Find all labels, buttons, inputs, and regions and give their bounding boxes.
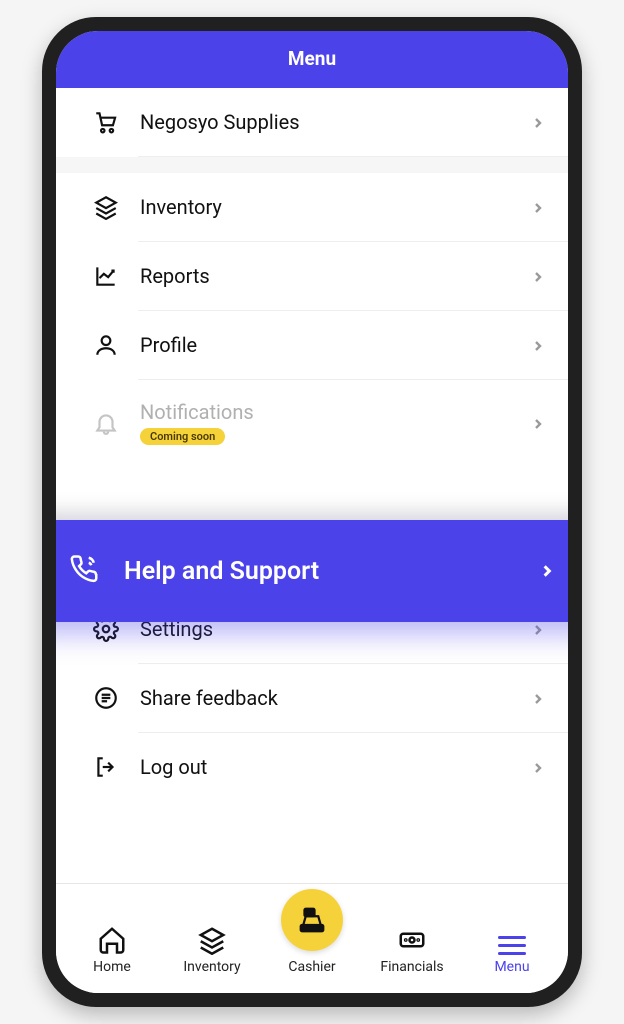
banknote-icon: [397, 925, 427, 955]
layers-icon: [197, 925, 227, 955]
nav-label: Menu: [494, 959, 529, 975]
menu-item-label: Log out: [140, 755, 512, 779]
menu-item-label: Notifications: [140, 400, 254, 424]
nav-label: Financials: [380, 959, 443, 975]
chevron-right-icon: [532, 264, 544, 288]
menu-item-label: Negosyo Supplies: [140, 110, 512, 134]
menu-item-logout[interactable]: Log out: [56, 733, 568, 801]
menu-item-label: Reports: [140, 264, 512, 288]
nav-financials[interactable]: Financials: [368, 925, 456, 975]
header-title: Menu: [288, 47, 336, 70]
group-gap: [56, 157, 568, 173]
menu-item-help-and-support[interactable]: Help and Support: [56, 520, 568, 622]
logout-icon: [92, 753, 120, 781]
menu-item-share-feedback[interactable]: Share feedback: [56, 664, 568, 732]
menu-item-inventory[interactable]: Inventory: [56, 173, 568, 241]
menu-item-label: Share feedback: [140, 686, 512, 710]
menu-icon: [498, 936, 526, 955]
menu-content: Negosyo Supplies Inventory Reports: [56, 88, 568, 883]
cashier-button: [281, 889, 343, 951]
bell-icon: [92, 409, 120, 437]
feedback-icon: [92, 684, 120, 712]
menu-item-notifications: Notifications Coming soon: [56, 380, 568, 465]
nav-label: Home: [93, 959, 131, 975]
chevron-right-icon: [532, 110, 544, 134]
menu-item-label: Help and Support: [124, 557, 516, 586]
bottom-nav: Home Inventory Cashier Financials Menu: [56, 883, 568, 993]
cash-register-icon: [297, 905, 327, 935]
nav-inventory[interactable]: Inventory: [168, 925, 256, 975]
nav-label: Cashier: [288, 959, 335, 975]
layers-icon: [92, 193, 120, 221]
nav-menu[interactable]: Menu: [468, 936, 556, 975]
menu-item-reports[interactable]: Reports: [56, 242, 568, 310]
menu-item-label: Profile: [140, 333, 512, 357]
nav-label: Inventory: [183, 959, 240, 975]
phone-frame: Menu Negosyo Supplies Inventory: [42, 17, 582, 1007]
nav-home[interactable]: Home: [68, 925, 156, 975]
chevron-right-icon: [532, 755, 544, 779]
coming-soon-badge: Coming soon: [140, 428, 225, 445]
cart-icon: [92, 108, 120, 136]
screen: Menu Negosyo Supplies Inventory: [56, 31, 568, 993]
chevron-right-icon: [540, 559, 554, 584]
chevron-right-icon: [532, 195, 544, 219]
menu-item-label: Inventory: [140, 195, 512, 219]
chevron-right-icon: [532, 333, 544, 357]
menu-item-negosyo-supplies[interactable]: Negosyo Supplies: [56, 88, 568, 156]
home-icon: [97, 925, 127, 955]
phone-call-icon: [70, 554, 100, 588]
chart-line-icon: [92, 262, 120, 290]
chevron-right-icon: [532, 686, 544, 710]
nav-cashier[interactable]: Cashier: [268, 889, 356, 975]
menu-item-profile[interactable]: Profile: [56, 311, 568, 379]
menu-header: Menu: [56, 31, 568, 88]
user-icon: [92, 331, 120, 359]
chevron-right-icon: [532, 411, 544, 435]
